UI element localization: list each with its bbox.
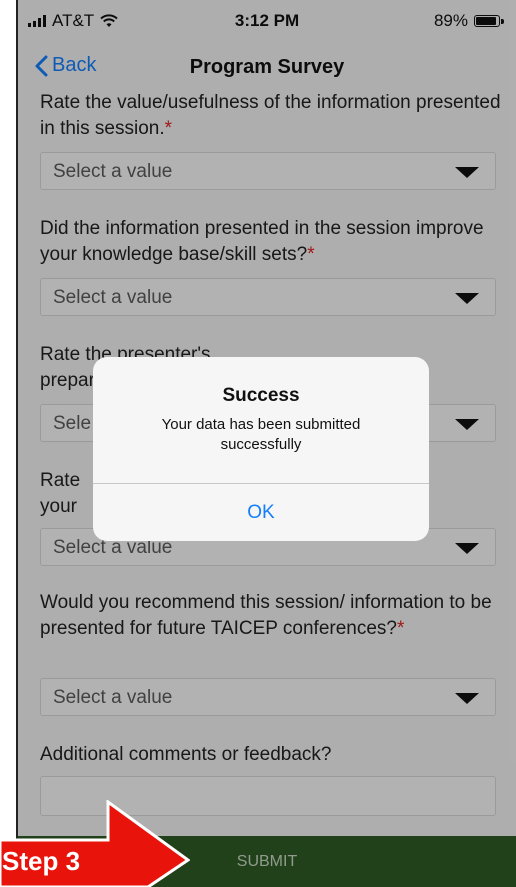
step-label: Step 3	[2, 846, 81, 876]
ok-button[interactable]: OK	[93, 484, 429, 541]
alert-title: Success	[222, 385, 300, 406]
success-alert: Success Your data has been submitted suc…	[93, 357, 429, 541]
phone-screen: AT&T 3:12 PM 89% Back Program Survey Rat…	[18, 0, 516, 887]
alert-message: Your data has been submitted successfull…	[161, 416, 361, 453]
